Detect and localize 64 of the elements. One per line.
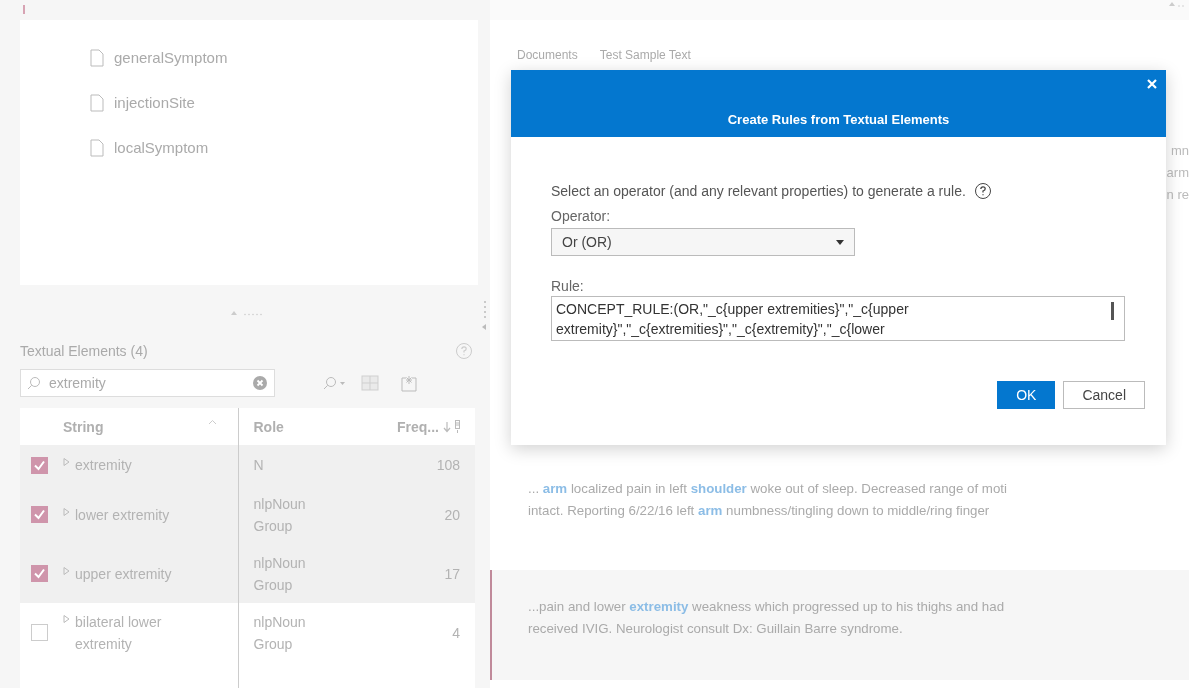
tab[interactable]: Test Sample Text <box>599 48 691 68</box>
dropdown-arrow-icon <box>836 239 844 245</box>
column-header[interactable]: String <box>63 418 104 435</box>
field-label: Rule: <box>551 278 585 294</box>
table-cell-text: bilateral lower extremity <box>75 612 163 654</box>
snippet-card[interactable]: ... arm localized pain in left shoulder woke out of sleep. Decreased range of moti intact. Reporting 6/22/16 left arm numbness/tingling down to middle/ring finger <box>490 460 1189 540</box>
close-icon[interactable] <box>1146 78 1158 90</box>
sort-caret-icon <box>207 418 217 425</box>
collapse-handle-icon[interactable] <box>1169 0 1185 8</box>
checkbox[interactable] <box>31 506 48 523</box>
table-cell-text: lower extremity <box>75 505 171 525</box>
table-cell-text: N <box>253 456 265 475</box>
snippet-card[interactable]: ...pain and lower extremity weakness which progressed up to his thighs and had received IVIG. Neurologist consult Dx: Guillain Barre syndrome. <box>490 570 1189 680</box>
grid-icon[interactable] <box>361 375 379 391</box>
cancel-button[interactable]: Cancel <box>1063 381 1145 409</box>
tree-item[interactable]: injectionSite <box>114 94 195 111</box>
tab[interactable]: Documents <box>517 48 578 68</box>
table-cell-text: extremity <box>75 456 133 475</box>
table-cell-text: nlpNoun Group <box>253 494 307 536</box>
document-icon <box>90 48 104 67</box>
table-cell-text: upper extremity <box>75 564 173 584</box>
sort-down-icon <box>443 420 451 433</box>
search-icon <box>27 376 41 390</box>
table-cell-text: nlpNoun Group <box>253 553 307 595</box>
dialog-title: Create Rules from Textual Elements <box>727 112 950 127</box>
search-options-icon[interactable] <box>323 376 347 390</box>
snippet-text: mn <box>1170 142 1189 160</box>
table-cell: 4 <box>452 624 460 641</box>
snippet-text: intact. Reporting 6/22/16 left arm numbness/tingling down to middle/ring finger <box>528 502 991 520</box>
snippet-text: ... arm localized pain in left shoulder woke out of sleep. Decreased range of moti <box>528 480 1008 498</box>
selection-marker <box>23 5 25 14</box>
clear-icon[interactable] <box>252 375 268 391</box>
table-cell: 20 <box>444 506 460 523</box>
instruction-text: Select an operator (and any relevant properties) to generate a rule. <box>551 183 966 199</box>
snippet-text: ...pain and lower extremity weakness which progressed up to his thighs and had <box>528 598 1006 616</box>
column-header[interactable]: Role <box>253 418 284 435</box>
table-cell-text: nlpNoun Group <box>253 612 307 654</box>
table-cell: 17 <box>444 565 460 582</box>
ok-button[interactable]: OK <box>997 381 1056 409</box>
tree-item[interactable]: generalSymptom <box>114 49 228 66</box>
export-icon[interactable] <box>401 374 417 392</box>
document-icon <box>90 93 104 112</box>
rule-field[interactable]: CONCEPT_RULE:(OR,"_c{upper extremities}","_c{upper extremity}","_c{extremities}","_c{extremity}","_c{lower <box>551 296 1125 341</box>
snippet-text: n re <box>1166 186 1189 204</box>
snippet-text: arm <box>1166 164 1189 182</box>
document-icon <box>90 138 104 157</box>
column-menu-icon[interactable] <box>455 420 460 433</box>
checkbox[interactable] <box>31 624 48 641</box>
operator-dropdown[interactable]: Or (OR) <box>551 228 855 256</box>
field-label: Operator: <box>551 208 612 224</box>
checkbox[interactable] <box>31 565 48 582</box>
checkbox[interactable] <box>31 456 48 474</box>
help-icon[interactable] <box>973 182 992 200</box>
expand-icon[interactable] <box>63 458 70 466</box>
search-field[interactable]: extremity <box>20 369 275 397</box>
tree-item[interactable]: localSymptom <box>114 139 209 156</box>
panel-title: Textual Elements (4) <box>20 343 148 359</box>
search-input[interactable]: extremity <box>47 374 246 392</box>
expand-icon[interactable] <box>63 507 70 516</box>
snippet-text: received IVIG. Neurologist consult Dx: Guillain Barre syndrome. <box>528 620 904 638</box>
table-cell: 108 <box>436 457 460 473</box>
expand-icon[interactable] <box>63 566 70 575</box>
column-header[interactable]: Freq... <box>397 418 439 435</box>
expand-icon[interactable] <box>63 614 70 623</box>
